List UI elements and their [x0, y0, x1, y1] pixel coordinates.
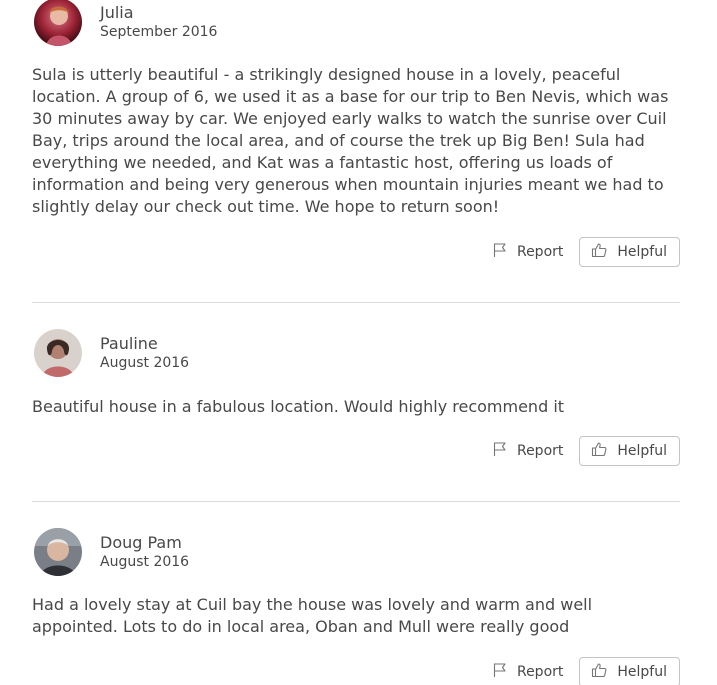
divider [32, 302, 680, 303]
review-date: August 2016 [100, 355, 190, 371]
flag-icon [492, 662, 517, 682]
reviewer-name[interactable]: Doug Pam [100, 533, 182, 552]
review-actions: Report Helpful [492, 657, 680, 685]
reviewer-name[interactable]: Julia [100, 3, 134, 22]
review-date: August 2016 [100, 554, 190, 570]
helpful-label: Helpful [617, 664, 667, 680]
thumbs-up-icon [591, 441, 617, 461]
helpful-button[interactable]: Helpful [579, 657, 680, 685]
report-button[interactable]: Report [492, 242, 563, 262]
review-actions: Report Helpful [492, 436, 680, 466]
avatar[interactable] [34, 329, 82, 377]
thumbs-up-icon [591, 662, 617, 682]
report-button[interactable]: Report [492, 441, 563, 461]
thumbs-up-icon [591, 242, 617, 262]
helpful-button[interactable]: Helpful [579, 436, 680, 466]
report-label: Report [516, 664, 564, 680]
report-label: Report [516, 443, 564, 459]
helpful-label: Helpful [617, 244, 667, 260]
review-item: Julia September 2016 Sula is utterly bea… [32, 0, 680, 270]
reviews-page: Julia September 2016 Sula is utterly bea… [0, 0, 717, 685]
report-button[interactable]: Report [492, 662, 563, 682]
avatar[interactable] [34, 528, 82, 576]
avatar[interactable] [34, 0, 82, 46]
review-text: Beautiful house in a fabulous location. … [32, 397, 565, 416]
review-date: September 2016 [100, 24, 218, 40]
review-text: Sula is utterly beautiful - a strikingly… [32, 65, 669, 216]
flag-icon [492, 441, 517, 461]
helpful-button[interactable]: Helpful [579, 237, 680, 267]
review-item: Pauline August 2016 Beautiful house in a… [32, 329, 680, 469]
flag-icon [492, 242, 517, 262]
report-label: Report [516, 244, 564, 260]
divider [32, 501, 680, 502]
review-item: Doug Pam August 2016 Had a lovely stay a… [32, 528, 680, 685]
reviewer-name[interactable]: Pauline [100, 334, 158, 353]
helpful-label: Helpful [617, 443, 667, 459]
review-actions: Report Helpful [492, 237, 680, 267]
review-text: Had a lovely stay at Cuil bay the house … [32, 595, 593, 636]
